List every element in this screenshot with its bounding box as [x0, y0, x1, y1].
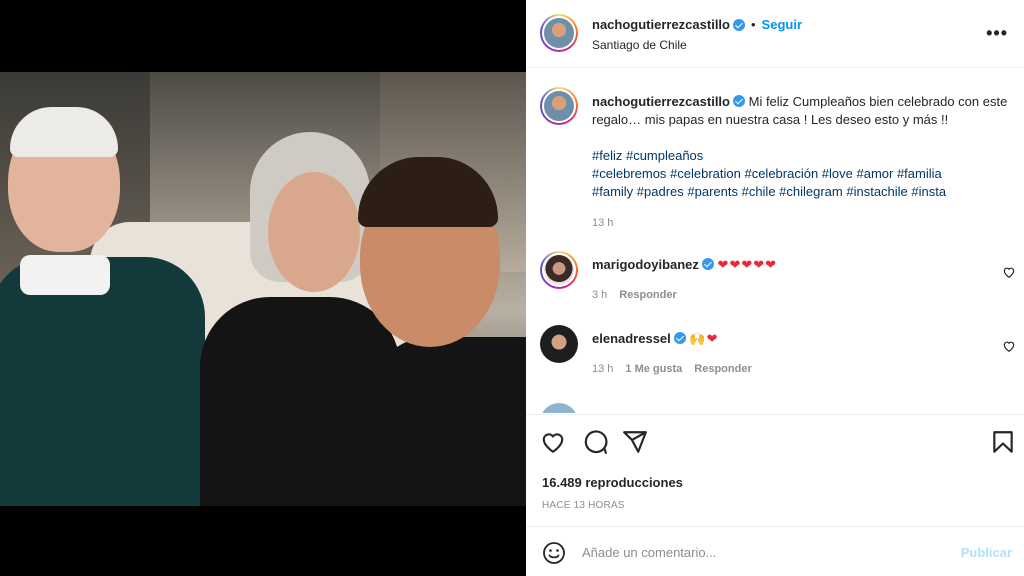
like-comment-heart-icon[interactable] [1002, 265, 1016, 279]
bookmark-icon[interactable] [990, 429, 1016, 455]
next-comment-avatar-partial [540, 403, 578, 413]
commenter-avatar[interactable] [540, 325, 578, 363]
author-username[interactable]: nachogutierrezcastillo [592, 17, 730, 32]
action-bar [526, 414, 1024, 474]
hashtags-line-2[interactable]: #celebremos #celebration #celebración #l… [592, 165, 1012, 183]
comment-time: 3 h [592, 289, 608, 301]
author-row: nachogutierrezcastillo • Seguir [592, 17, 802, 32]
comment-text: marigodoyibanez ❤❤❤❤❤ [592, 257, 777, 273]
post-video[interactable] [0, 72, 526, 506]
location-link[interactable]: Santiago de Chile [592, 38, 687, 52]
author-avatar[interactable] [540, 14, 578, 52]
comment-text: elenadressel 🙌❤ [592, 331, 719, 347]
hashtags-line-1[interactable]: #feliz #cumpleaños [592, 147, 1012, 165]
commenter-avatar[interactable] [540, 251, 578, 289]
follow-button[interactable]: Seguir [762, 17, 802, 32]
comment-icon[interactable] [582, 429, 608, 455]
comment-likes-count[interactable]: 1 Me gusta [625, 363, 682, 375]
comment-body: 🙌❤ [689, 331, 719, 346]
verified-badge-icon [701, 258, 714, 270]
commenter-username[interactable]: elenadressel [592, 331, 671, 346]
commenter-username[interactable]: marigodoyibanez [592, 257, 699, 272]
verified-badge-icon [673, 332, 686, 344]
comment-meta: 3 h Responder [592, 289, 677, 301]
views-count[interactable]: 16.489 reproducciones [542, 475, 683, 490]
hashtags-line-3[interactable]: #family #padres #parents #chile #chilegr… [592, 183, 1012, 201]
caption-avatar[interactable] [540, 87, 578, 125]
publish-button[interactable]: Publicar [961, 545, 1012, 560]
heart-icon[interactable] [540, 429, 566, 455]
caption-username[interactable]: nachogutierrezcastillo [592, 94, 730, 109]
person-son [350, 157, 526, 506]
caption-timestamp: 13 h [592, 217, 614, 229]
post-media [0, 0, 526, 576]
post-header: nachogutierrezcastillo • Seguir Santiago… [526, 0, 1024, 68]
reply-button[interactable]: Responder [694, 363, 751, 375]
separator-dot: • [750, 17, 756, 32]
comment-input[interactable] [582, 541, 942, 563]
comment-meta: 13 h 1 Me gusta Responder [592, 363, 752, 375]
verified-badge-icon [732, 18, 745, 31]
post-panel: nachogutierrezcastillo • Seguir Santiago… [526, 0, 1024, 576]
comment-time: 13 h [592, 363, 614, 375]
caption-text-block: nachogutierrezcastillo Mi feliz Cumpleañ… [592, 93, 1012, 201]
person-father [0, 107, 205, 506]
posted-time: HACE 13 HORAS [542, 500, 625, 511]
reply-button[interactable]: Responder [619, 289, 676, 301]
share-icon[interactable] [622, 429, 648, 455]
verified-badge-icon [732, 95, 745, 107]
add-comment-bar: Publicar [526, 526, 1024, 576]
like-comment-heart-icon[interactable] [1002, 339, 1016, 353]
more-options-icon[interactable]: ••• [986, 24, 1008, 42]
comments-section[interactable]: nachogutierrezcastillo Mi feliz Cumpleañ… [526, 69, 1024, 413]
emoji-icon[interactable] [542, 541, 566, 565]
comment-body: ❤❤❤❤❤ [717, 257, 778, 272]
